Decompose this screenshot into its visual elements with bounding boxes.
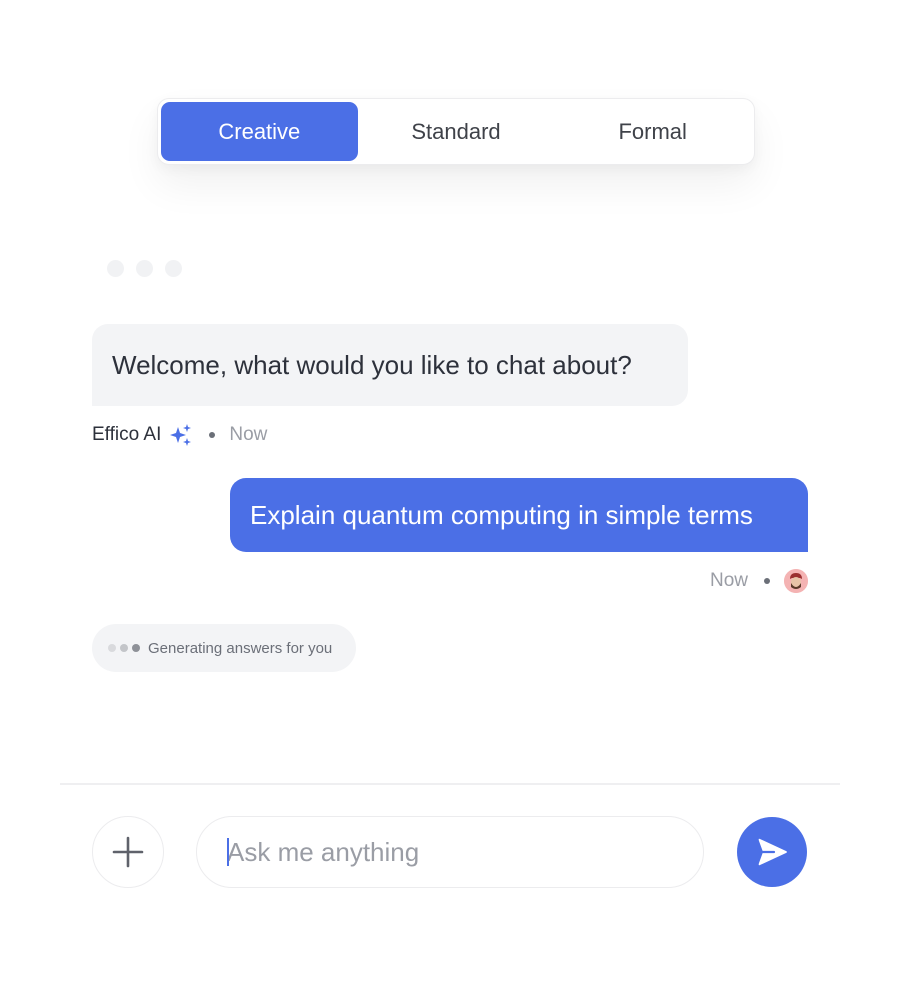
ai-message-bubble: Welcome, what would you like to chat abo… bbox=[92, 324, 688, 406]
user-message-meta: Now bbox=[710, 569, 808, 593]
generating-status: Generating answers for you bbox=[92, 624, 356, 672]
generating-dots bbox=[108, 644, 140, 652]
composer-divider bbox=[60, 783, 840, 785]
message-input[interactable] bbox=[227, 836, 703, 868]
generating-dot bbox=[108, 644, 116, 652]
ai-message-time: Now bbox=[229, 424, 268, 445]
mode-option-formal[interactable]: Formal bbox=[554, 102, 751, 161]
add-attachment-button[interactable] bbox=[92, 816, 164, 888]
user-message-text: Explain quantum computing in simple term… bbox=[250, 499, 753, 530]
separator-dot bbox=[764, 578, 770, 584]
typing-dot bbox=[136, 260, 153, 277]
typing-indicator bbox=[107, 260, 182, 277]
avatar-illustration-icon bbox=[784, 569, 808, 593]
send-button[interactable] bbox=[737, 817, 807, 887]
generating-text: Generating answers for you bbox=[148, 639, 333, 657]
ai-message-meta: Effico AI Now bbox=[92, 423, 267, 447]
send-icon bbox=[758, 838, 787, 866]
generating-dot bbox=[120, 644, 128, 652]
mode-option-standard[interactable]: Standard bbox=[358, 102, 555, 161]
sparkle-icon bbox=[170, 424, 192, 446]
user-avatar bbox=[784, 569, 808, 593]
typing-dot bbox=[165, 260, 182, 277]
separator-dot bbox=[209, 432, 216, 438]
user-message-time: Now bbox=[709, 570, 748, 591]
mode-option-creative[interactable]: Creative bbox=[161, 102, 358, 161]
mode-selector: Creative Standard Formal bbox=[157, 98, 755, 165]
ai-sender-name: Effico AI bbox=[92, 424, 162, 445]
user-message-bubble: Explain quantum computing in simple term… bbox=[230, 478, 808, 552]
generating-dot bbox=[132, 644, 140, 652]
plus-icon bbox=[112, 836, 144, 868]
message-input-container bbox=[196, 816, 704, 888]
text-cursor bbox=[227, 838, 229, 866]
typing-dot bbox=[107, 260, 124, 277]
ai-message-text: Welcome, what would you like to chat abo… bbox=[112, 349, 632, 380]
